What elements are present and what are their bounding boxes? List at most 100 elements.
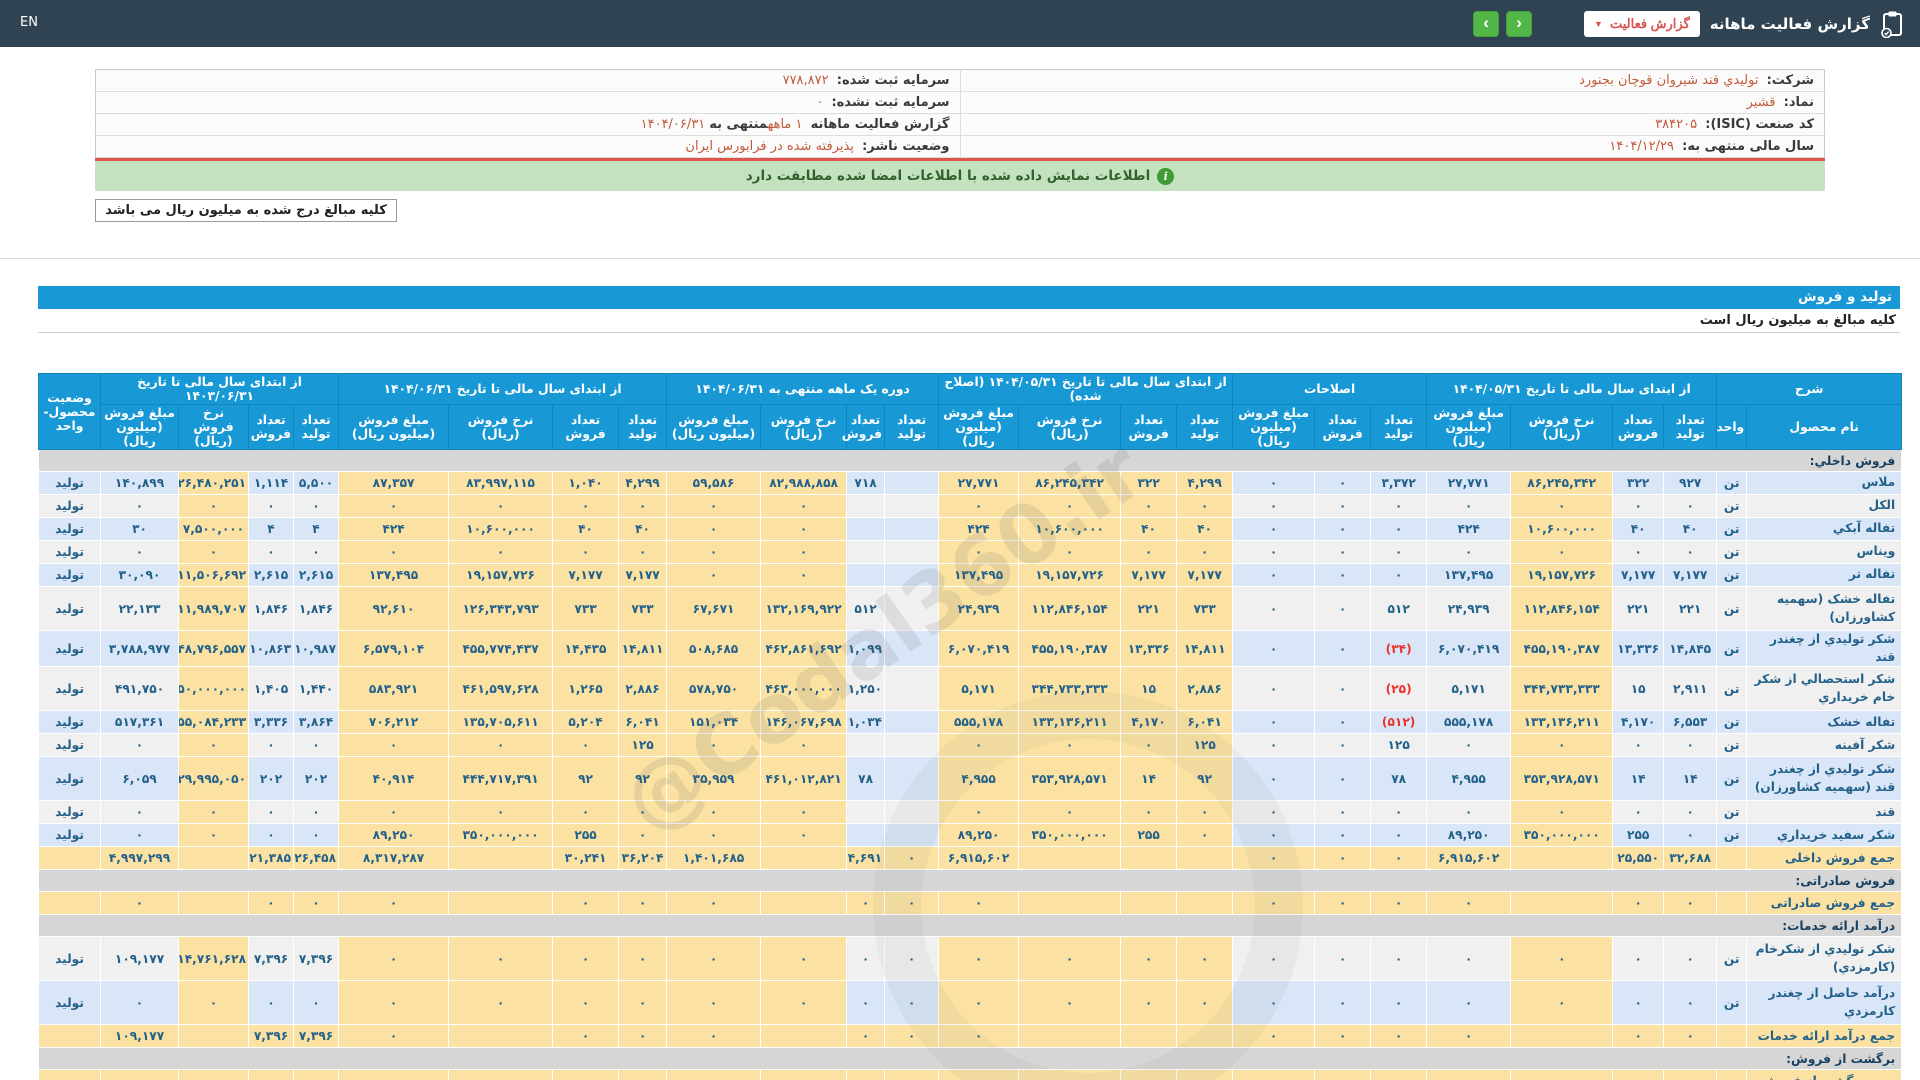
value-cell: ۱۴,۷۶۱,۶۲۸ xyxy=(178,936,250,982)
value-cell: ۰ xyxy=(1176,823,1234,848)
value-cell: ۰ xyxy=(448,936,554,982)
value-cell: ۴ xyxy=(293,517,340,541)
value-cell: ۰ xyxy=(760,494,848,518)
unit-cell xyxy=(1716,846,1748,871)
value-cell: ۰ xyxy=(1120,800,1178,825)
value-cell xyxy=(884,517,940,541)
column-header: مبلغ فروش (میلیون ریال) xyxy=(666,404,762,450)
status-cell: تولید xyxy=(38,800,101,825)
value-cell: ۱۱۲,۸۴۶,۱۵۴ xyxy=(1018,586,1122,631)
value-cell: ۷,۳۹۶ xyxy=(248,1024,295,1049)
value-cell: ۲,۶۱۵ xyxy=(293,563,340,587)
value-cell: ۴,۹۵۵ xyxy=(1426,756,1512,802)
value-cell xyxy=(884,540,940,564)
value-cell: ۰ xyxy=(760,980,848,1026)
value-cell: ۰ xyxy=(1120,494,1178,518)
ticker-value: قشیر xyxy=(1746,95,1776,110)
info-row: سال مالی منتهی به: ۱۴۰۴/۱۲/۲۹ وضعیت ناشر… xyxy=(95,135,1825,158)
value-cell: ۰ xyxy=(1232,823,1316,848)
unregistered-capital-cell: سرمایه ثبت نشده: ۰ xyxy=(95,91,960,114)
column-header: نرخ فروش (ریال) xyxy=(448,404,554,450)
unit-cell: تن xyxy=(1716,629,1748,668)
value-cell: ۳۰,۲۴۱ xyxy=(552,846,620,871)
value-cell: ۱۴,۸۱۱ xyxy=(1176,629,1234,668)
value-cell: ۷۳۳ xyxy=(552,586,620,631)
value-cell: ۴۶۱,۵۹۷,۶۲۸ xyxy=(448,666,554,712)
value-cell: ۰ xyxy=(666,540,762,564)
value-cell: ۰ xyxy=(552,980,620,1026)
value-cell xyxy=(448,1024,554,1049)
value-cell: ۱۳۵,۷۰۵,۶۱۱ xyxy=(448,710,554,735)
value-cell: ۰ xyxy=(293,980,340,1026)
value-cell: ۰ xyxy=(1232,517,1316,541)
report-period-label: گزارش فعالیت ماهانه xyxy=(810,117,950,132)
value-cell: ۰ xyxy=(938,540,1020,564)
value-cell: ۰ xyxy=(938,891,1020,916)
value-cell: ۲۵۵ xyxy=(1120,823,1178,848)
column-header: نرخ فروش (ریال) xyxy=(760,404,848,450)
value-cell: ۰ xyxy=(1232,756,1316,802)
unit-cell: تن xyxy=(1716,980,1748,1026)
unit-cell: تن xyxy=(1716,471,1748,495)
table-row: شکر آفینه تن ۰ ۰ ۰ ۰ ۱۲۵ ۰ ۰ ۱۲۵ ۰ ۰ ۰ ۰ ۰ ۱۲۵ ۰ ۰ ۰ ۰ ۰ ۰ ۰ تو… xyxy=(38,733,1903,758)
value-cell xyxy=(846,540,886,564)
value-cell: ۰ xyxy=(938,733,1020,758)
value-cell xyxy=(1510,846,1614,871)
value-cell: ۱,۱۱۴ xyxy=(248,471,295,495)
value-cell: ۴۰,۹۱۴ xyxy=(338,756,450,802)
value-cell: ۲۲,۱۳۳ xyxy=(99,586,180,631)
language-switch-en[interactable]: EN xyxy=(20,15,38,30)
value-cell: ۰ xyxy=(1370,540,1428,564)
report-type-dropdown[interactable]: گزارش فعالیت ▼ xyxy=(1584,10,1700,37)
value-cell: ۰ xyxy=(666,1024,762,1049)
section-subtitle: کلیه مبالغ به میلیون ریال است xyxy=(38,309,1900,333)
value-cell: ۴۵۵,۷۷۴,۴۳۷ xyxy=(448,629,554,668)
unit-cell: تن xyxy=(1716,756,1748,802)
value-cell: ۰ xyxy=(248,891,295,916)
value-cell: ۱۹,۱۵۷,۷۲۶ xyxy=(448,563,554,587)
value-cell: ۰ xyxy=(1612,800,1665,825)
value-cell xyxy=(846,800,886,825)
value-cell xyxy=(884,471,940,495)
value-cell: ۰ xyxy=(1510,936,1614,982)
total-row: جمع درآمد ارائه خدمات ۰ ۰ ۰ ۰ ۰ ۰ ۰ ۰ ۰ ۰ ۰ ۰ ۰ ۷,۳۹۶ ۷… xyxy=(38,1024,1903,1049)
previous-report-button[interactable]: ‹ xyxy=(1473,10,1500,37)
product-name-cell: شکر تولیدي از چغندر قند xyxy=(1746,629,1903,668)
section-row: فروش داخلي: xyxy=(37,449,1903,472)
value-cell: ۲۹,۹۹۵,۰۵۰ xyxy=(178,756,250,802)
value-cell: ۲۲۱ xyxy=(1663,586,1718,631)
value-cell: ۰ xyxy=(938,1024,1020,1049)
product-name-cell: قند xyxy=(1746,800,1903,825)
value-cell: ۱۴,۸۱۱ xyxy=(618,629,668,668)
value-cell: ۰ xyxy=(1426,1024,1512,1049)
value-cell xyxy=(884,756,940,802)
value-cell: ۱۲۵ xyxy=(618,733,668,758)
value-cell: ۱۹,۱۵۷,۷۲۶ xyxy=(1510,563,1614,587)
value-cell: ۰ xyxy=(1232,563,1316,587)
value-cell: ۰ xyxy=(760,800,848,825)
unit-cell: تن xyxy=(1716,586,1748,631)
status-cell: تولید xyxy=(38,710,101,735)
next-report-button[interactable]: › xyxy=(1506,10,1533,37)
value-cell: ۰ xyxy=(552,891,620,916)
value-cell: ۴۰ xyxy=(1120,517,1178,541)
value-cell: ۱۰,۸۶۳ xyxy=(248,629,295,668)
value-cell: ۱۳۲,۱۶۹,۹۲۲ xyxy=(760,586,848,631)
report-period-date: ۱۴۰۴/۰۶/۳۱ xyxy=(640,117,706,132)
fiscal-year-value: ۱۴۰۴/۱۲/۲۹ xyxy=(1609,139,1674,154)
value-cell: ۰ xyxy=(338,494,450,518)
value-cell xyxy=(618,1069,668,1080)
value-cell: ۴۶۳,۰۰۰,۰۰۰ xyxy=(760,666,848,712)
value-cell: ۱۳۳,۱۳۶,۲۱۱ xyxy=(1018,710,1122,735)
value-cell: ۰ xyxy=(99,823,180,848)
value-cell: ۰ xyxy=(1663,733,1718,758)
product-name-cell: تفاله آبکي xyxy=(1746,517,1903,541)
section-label: برگشت از فروش: xyxy=(37,1047,1903,1071)
value-cell: ۷,۱۷۷ xyxy=(1663,563,1718,587)
value-cell xyxy=(846,823,886,848)
column-header: نرخ فروش (ریال) xyxy=(1018,404,1122,450)
table-row: ویناس تن ۰ ۰ ۰ ۰ ۰ ۰ ۰ ۰ ۰ ۰ ۰ ۰ ۰ ۰ ۰ ۰ ۰ ۰ ۰ ۰ ۰ تولید xyxy=(38,540,1903,564)
product-name-cell: الکل xyxy=(1746,494,1903,518)
column-group-header: از ابتدای سال مالی تا تاریخ ۱۴۰۴/۰۶/۳۱ xyxy=(338,373,668,405)
value-cell xyxy=(760,891,848,916)
